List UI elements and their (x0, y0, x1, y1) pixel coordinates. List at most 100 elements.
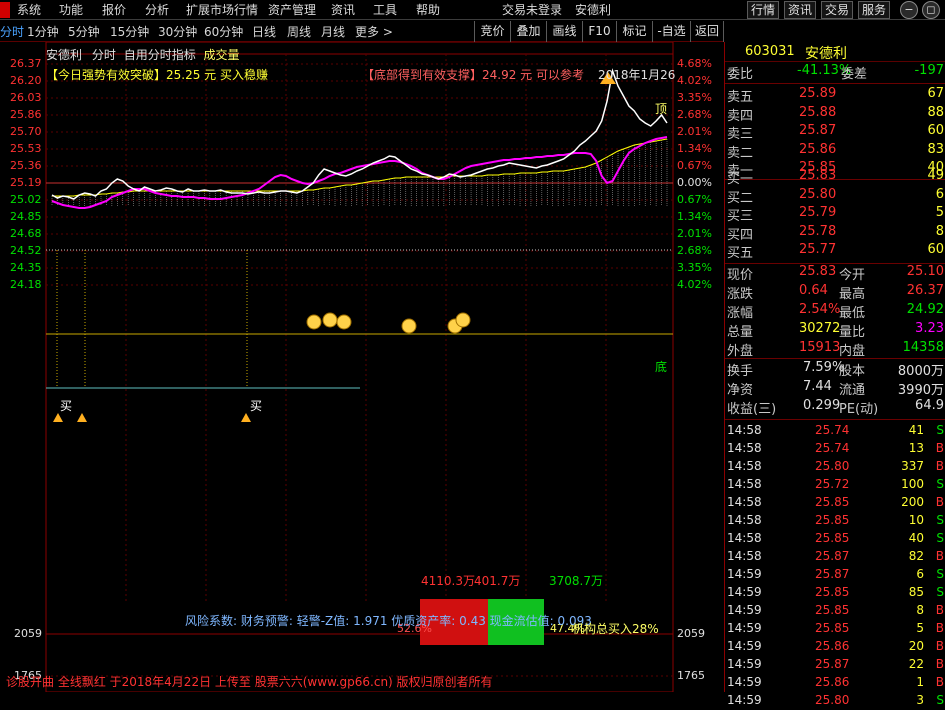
tick-time: 14:59 (727, 657, 762, 671)
menu-news[interactable]: 资讯 (331, 0, 355, 20)
annotation-support: 【底部得到有效支撑】24.92 元 可以参考 (362, 68, 584, 82)
stock-name: 安德利 (805, 46, 847, 62)
bid-price: 25.78 (799, 223, 837, 239)
tick-side: S (936, 693, 944, 707)
bid-row: 买二 25.80 6 (725, 187, 945, 206)
menu-analysis[interactable]: 分析 (145, 0, 169, 20)
stock-code: 603031 (745, 44, 795, 59)
auction-tab[interactable]: 竞价 (474, 21, 510, 42)
percent-axis-label: 2.68% (677, 108, 712, 121)
period-15min[interactable]: 15分钟 (110, 23, 149, 40)
tick-time: 14:58 (727, 423, 762, 437)
stat-row: 外盘 15913 内盘 14358 (725, 340, 945, 359)
tick-volume: 3 (916, 693, 924, 707)
period-intraday[interactable]: 分时 (0, 23, 24, 40)
bid-price: 25.79 (799, 205, 837, 221)
ask-level-label: 卖四 (727, 108, 754, 124)
trade-button[interactable]: 交易 (821, 1, 854, 19)
tick-row: 14:59 25.87 22 B (725, 656, 945, 674)
stat-label: 换手 (727, 364, 754, 379)
smiley-icon (322, 312, 338, 328)
remove-watchlist-tab[interactable]: -自选 (652, 21, 690, 42)
ask-volume: 83 (927, 141, 944, 157)
bid-level-label: 买五 (727, 246, 754, 262)
tick-volume: 40 (908, 531, 924, 545)
tick-row: 14:58 25.80 337 B (725, 458, 945, 476)
ask-volume: 60 (927, 123, 944, 139)
bid-price: 25.77 (799, 242, 837, 258)
tick-side: B (935, 495, 944, 509)
tick-price: 25.85 (815, 603, 850, 617)
tick-row: 14:58 25.74 13 B (725, 440, 945, 458)
quote-panel: 603031 安德利 委比 -41.13% 委差 -197 卖五 25.89 67 卖… (724, 42, 945, 707)
draw-line-tab[interactable]: 画线 (546, 21, 582, 42)
period-1min[interactable]: 1分钟 (27, 23, 59, 40)
menu-extended-market[interactable]: 扩展市场行情 (186, 0, 258, 20)
ask-volume: 67 (927, 86, 944, 101)
tick-row: 14:58 25.85 200 B (725, 494, 945, 512)
stat-label: 今开 (839, 268, 866, 283)
bid-price: 25.80 (799, 186, 837, 202)
tick-price: 25.86 (815, 675, 850, 689)
tick-row: 14:58 25.87 82 B (725, 548, 945, 566)
trade-login-status[interactable]: 交易未登录 (502, 0, 562, 20)
tick-side: S (936, 513, 944, 527)
app-logo-icon (0, 2, 10, 18)
period-5min[interactable]: 5分钟 (68, 23, 100, 40)
tick-price: 25.85 (815, 495, 850, 509)
tick-time: 14:58 (727, 513, 762, 527)
menu-function[interactable]: 功能 (59, 0, 83, 20)
tick-row: 14:59 25.86 1 B (725, 674, 945, 692)
stat-label: 内盘 (839, 344, 866, 359)
bid-volume: 49 (927, 168, 944, 183)
menu-tools[interactable]: 工具 (373, 0, 397, 20)
price-axis-label: 24.35 (10, 261, 42, 274)
back-tab[interactable]: 返回 (690, 21, 724, 42)
minimize-icon[interactable]: − (900, 1, 918, 19)
price-axis-label: 26.37 (10, 57, 42, 70)
menu-quote[interactable]: 报价 (102, 0, 126, 20)
menu-help[interactable]: 帮助 (416, 0, 440, 20)
bid-row: 买五 25.77 60 (725, 242, 945, 261)
f10-tab[interactable]: F10 (582, 21, 616, 42)
menu-system[interactable]: 系统 (17, 0, 41, 20)
quote-button[interactable]: 行情 (747, 1, 780, 19)
ask-price: 25.87 (799, 123, 837, 139)
stat-label: 现价 (727, 268, 754, 283)
tick-row: 14:59 25.87 6 S (725, 566, 945, 584)
stat-row: 换手 7.59% 股本 8000万 (725, 360, 945, 379)
stat-label: 收益(三) (727, 402, 777, 417)
menu-asset-management[interactable]: 资产管理 (268, 0, 316, 20)
price-axis-label: 26.20 (10, 74, 42, 87)
inflow-amount: 4110.3万 (421, 574, 475, 588)
percent-axis-label: 1.34% (677, 210, 712, 223)
restore-icon[interactable]: ◻ (922, 1, 940, 19)
bid-volume: 5 (935, 205, 944, 221)
service-button[interactable]: 服务 (858, 1, 891, 19)
period-daily[interactable]: 日线 (252, 23, 276, 40)
period-monthly[interactable]: 月线 (321, 23, 345, 40)
period-more[interactable]: 更多 > (355, 23, 393, 40)
tick-row: 14:59 25.85 85 S (725, 584, 945, 602)
period-60min[interactable]: 60分钟 (204, 23, 243, 40)
period-30min[interactable]: 30分钟 (158, 23, 197, 40)
tick-side: S (936, 585, 944, 599)
outflow-amount: 3708.7万 (549, 574, 603, 588)
stat-label: 量比 (839, 325, 866, 340)
tick-side: B (935, 639, 944, 653)
bid-row: 买三 25.79 5 (725, 205, 945, 224)
overlay-tab[interactable]: 叠加 (510, 21, 546, 42)
news-button[interactable]: 资讯 (784, 1, 817, 19)
price-axis-label: 24.68 (10, 227, 42, 240)
order-diff-label: 委差 (841, 67, 868, 82)
stat-value: 3990万 (897, 383, 944, 398)
bid-level-label: 买二 (727, 190, 754, 206)
tick-side: S (936, 567, 944, 581)
intraday-chart[interactable]: 26.37 4.68% 26.20 4.02% 26.03 3.35% 25.86 2.68%… (0, 42, 724, 692)
ask-level-label: 卖三 (727, 127, 754, 143)
tick-row: 14:58 25.72 100 S (725, 476, 945, 494)
tick-row: 14:59 25.85 8 B (725, 602, 945, 620)
mark-tab[interactable]: 标记 (616, 21, 652, 42)
tick-volume: 8 (916, 603, 924, 617)
period-weekly[interactable]: 周线 (287, 23, 311, 40)
